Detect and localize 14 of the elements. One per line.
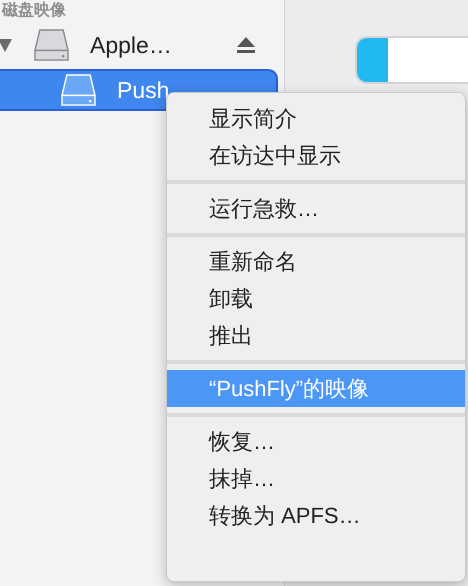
menu-item[interactable]: 在访达中显示 [167,137,465,174]
section-title: 磁盘映像 [0,0,67,21]
menu-item[interactable]: 转换为 APFS… [167,497,465,534]
menu-item[interactable]: 推出 [167,317,465,354]
disclosure-triangle-icon[interactable] [0,38,12,52]
menu-item[interactable]: 重新命名 [167,243,465,280]
drive-name: Apple… [90,32,173,58]
menu-item[interactable]: 卸载 [167,280,465,317]
menu-item[interactable]: 恢复… [167,423,465,460]
menu-item[interactable]: 运行急救… [167,190,465,227]
eject-icon[interactable] [237,37,255,53]
menu-item[interactable]: 抹掉… [167,460,465,497]
drive-icon [34,28,69,62]
drive-icon [61,74,96,106]
